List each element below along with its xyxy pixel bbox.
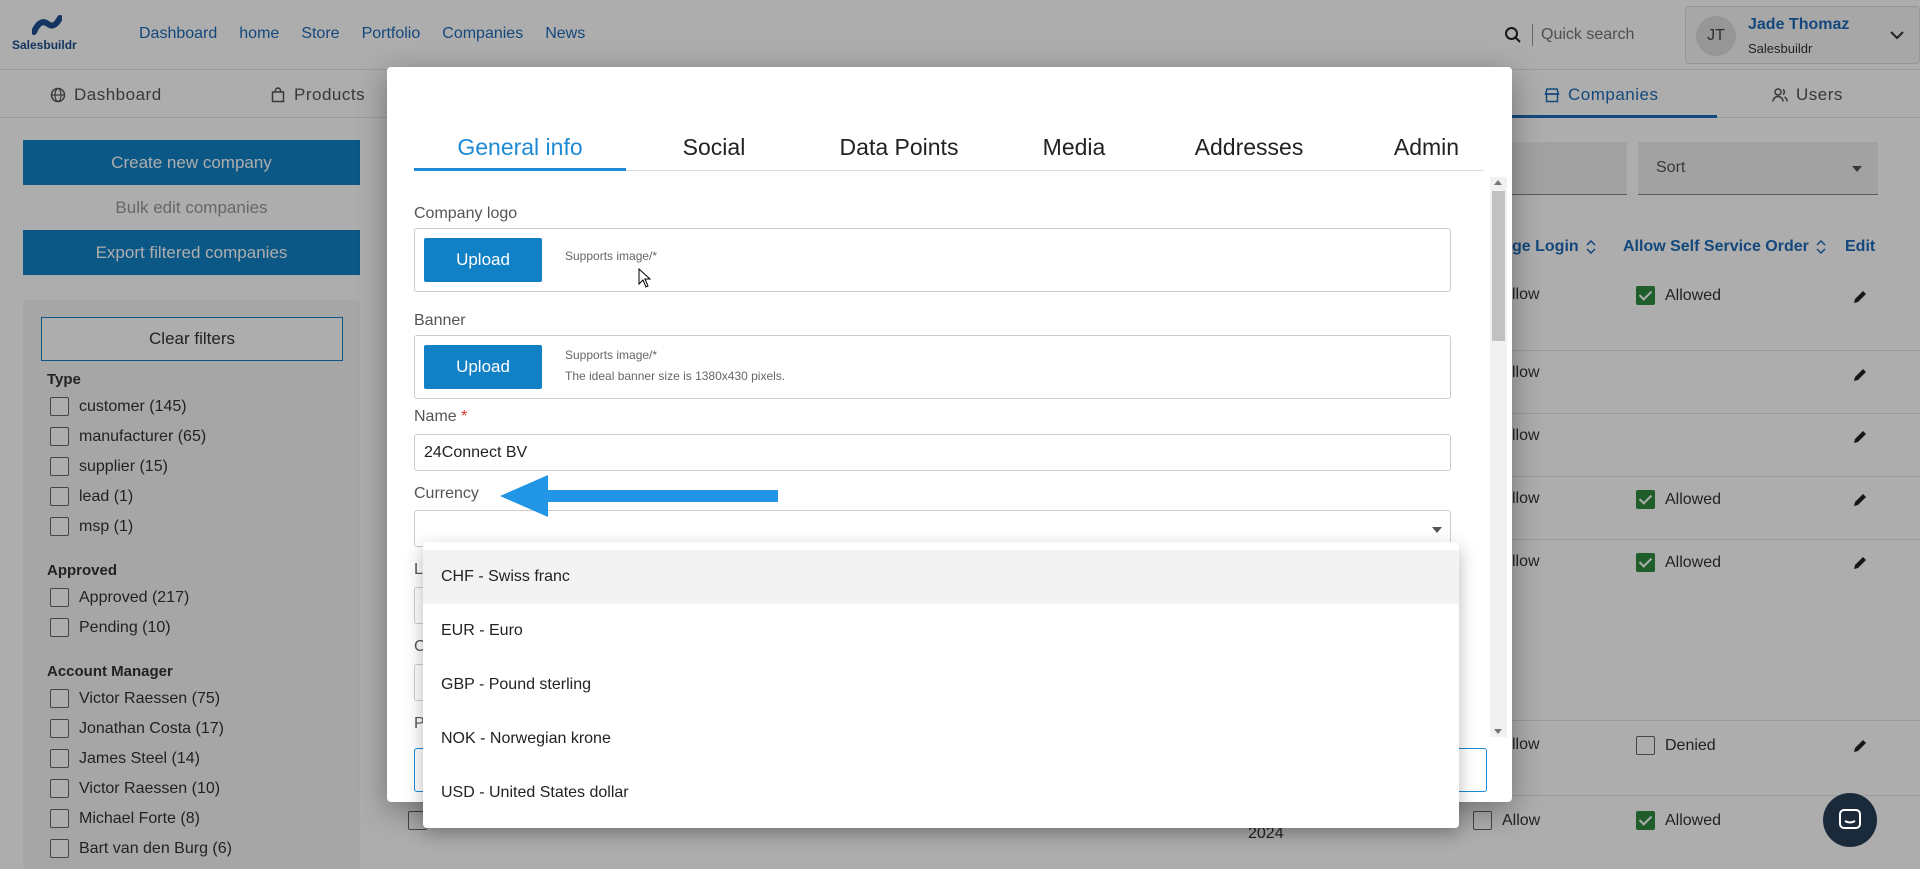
chat-launcher[interactable] [1823,793,1877,847]
banner-size-hint: The ideal banner size is 1380x430 pixels… [565,369,786,383]
scroll-thumb[interactable] [1492,191,1505,341]
currency-option-gbp[interactable]: GBP - Pound sterling [423,658,1459,712]
banner-upload: Upload Supports image/* The ideal banner… [414,335,1451,399]
name-label-text: Name [414,408,457,425]
caret-down-icon [1432,527,1442,533]
dialog-scrollbar[interactable] [1490,177,1507,737]
scroll-up-arrow[interactable] [1494,180,1502,185]
upload-hint: Supports image/* [565,249,658,263]
tab-general-info[interactable]: General info [414,123,626,171]
name-input[interactable]: 24Connect BV [414,434,1451,471]
tab-data-points[interactable]: Data Points [809,123,989,171]
company-logo-upload: Upload Supports image/* [414,228,1451,292]
scroll-down-arrow[interactable] [1494,729,1502,734]
currency-options-list: CHF - Swiss franc EUR - Euro GBP - Pound… [423,542,1459,828]
company-logo-label: Company logo [414,205,518,222]
chat-icon [1839,809,1861,829]
banner-label: Banner [414,312,466,329]
currency-option-usd[interactable]: USD - United States dollar [423,766,1459,820]
currency-option-nok[interactable]: NOK - Norwegian krone [423,712,1459,766]
tab-admin[interactable]: Admin [1369,123,1484,171]
name-label: Name * [414,408,467,426]
tab-active-indicator [414,168,626,171]
mouse-cursor-icon [638,268,652,288]
currency-option-eur[interactable]: EUR - Euro [423,604,1459,658]
required-marker: * [461,408,468,425]
tab-social[interactable]: Social [644,123,784,171]
currency-option-chf[interactable]: CHF - Swiss franc [423,550,1459,604]
upload-banner-button[interactable]: Upload [424,345,542,389]
dialog-tabs: General info Social Data Points Media Ad… [414,123,1484,171]
pointer-arrow-icon [500,475,778,517]
tab-media[interactable]: Media [1014,123,1134,171]
currency-label: Currency [414,485,479,502]
partial-field-label: L [414,561,423,578]
upload-logo-button[interactable]: Upload [424,238,542,282]
tab-addresses[interactable]: Addresses [1164,123,1334,171]
upload-hint: Supports image/* [565,348,658,362]
